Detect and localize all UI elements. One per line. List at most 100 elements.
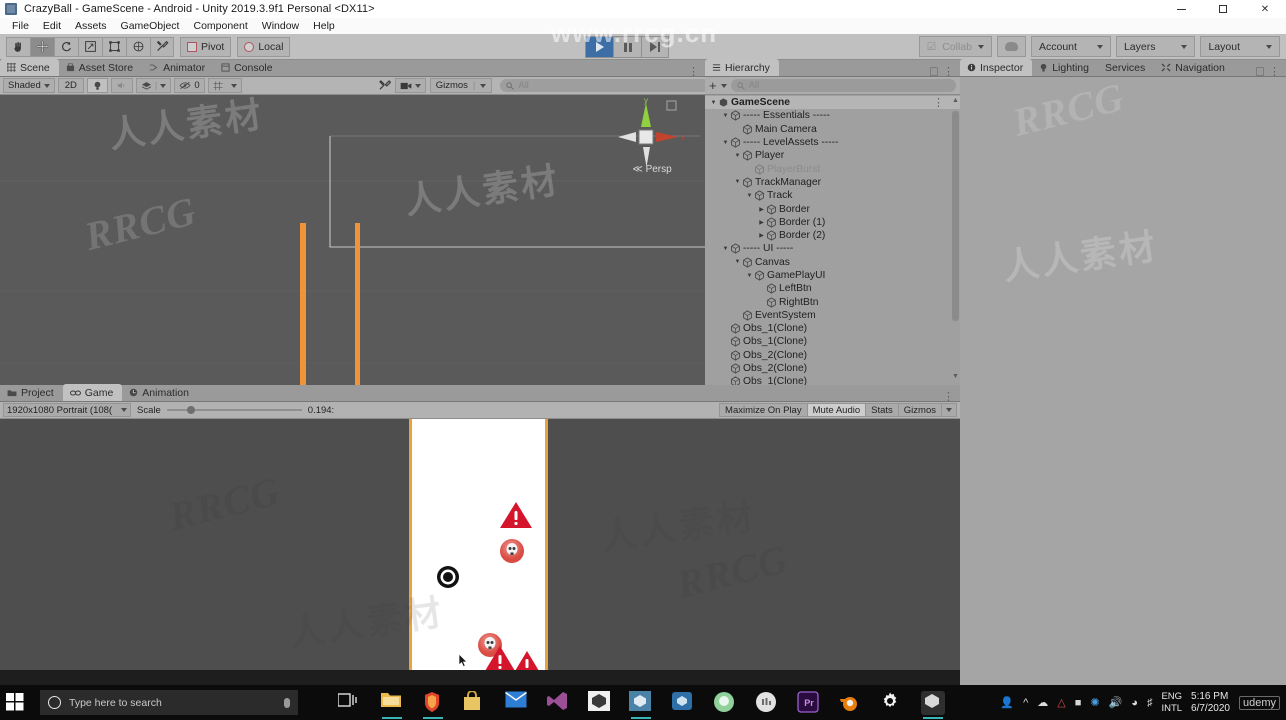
scale-tool-button[interactable] — [78, 36, 102, 57]
task-view-button[interactable] — [337, 691, 362, 715]
local-toggle[interactable]: Local — [237, 36, 291, 57]
hierarchy-item[interactable]: ▼ Canvas — [705, 256, 960, 269]
hierarchy-item[interactable]: Obs_1(Clone) — [705, 375, 960, 385]
menu-component[interactable]: Component — [186, 18, 254, 34]
app-blue-button[interactable] — [671, 691, 695, 715]
transform-tool-button[interactable] — [126, 36, 150, 57]
tab-scene[interactable]: Scene — [0, 59, 59, 76]
hierarchy-item[interactable]: EventSystem — [705, 309, 960, 322]
tab-inspector[interactable]: Inspector — [960, 59, 1033, 76]
perspective-label[interactable]: ≪ Persp — [617, 164, 687, 175]
twisty-down-icon[interactable]: ▼ — [745, 193, 754, 199]
scene-lighting-toggle[interactable] — [86, 78, 108, 93]
scale-slider[interactable] — [166, 403, 302, 417]
account-button[interactable]: Account — [1031, 36, 1111, 57]
scene-search-input[interactable]: All — [500, 79, 726, 92]
layers-button[interactable]: Layers — [1115, 36, 1196, 57]
twisty-down-icon[interactable]: ▼ — [745, 273, 754, 279]
hierarchy-item[interactable]: PlayerBurst — [705, 162, 960, 175]
game-viewport[interactable] — [0, 419, 960, 670]
scroll-up-arrow[interactable]: ▲ — [952, 97, 959, 107]
hierarchy-item[interactable]: LeftBtn — [705, 282, 960, 295]
game-gizmos-dropdown[interactable] — [941, 403, 957, 417]
stats-button[interactable]: Stats — [865, 403, 898, 417]
mail-button[interactable] — [505, 691, 529, 715]
people-icon[interactable]: 👤 — [1000, 696, 1014, 709]
accessibility-icon[interactable]: ♯ — [1147, 697, 1153, 709]
maximize-on-play-button[interactable]: Maximize On Play — [719, 403, 807, 417]
twisty-right-icon[interactable]: ▶ — [757, 206, 766, 213]
custom-editor-tool-button[interactable] — [150, 36, 174, 57]
menu-gameobject[interactable]: GameObject — [114, 18, 187, 34]
volume-icon[interactable]: 🔊 — [1109, 696, 1123, 709]
blender-button[interactable] — [838, 691, 862, 715]
twisty-down-icon[interactable]: ▼ — [733, 259, 742, 265]
lock-icon[interactable] — [1256, 67, 1264, 76]
taskbar-search-input[interactable]: Type here to search — [40, 690, 298, 715]
scene-menu-icon[interactable]: ⋮ — [688, 67, 699, 78]
game-gizmos-button[interactable]: Gizmos — [897, 403, 941, 417]
menu-edit[interactable]: Edit — [36, 18, 68, 34]
scene-view-gizmo[interactable]: y x ≪ Persp — [617, 95, 687, 190]
gizmos-dropdown[interactable]: Gizmos | — [429, 78, 493, 93]
show-hidden-icons-chevron[interactable]: ^ — [1023, 697, 1028, 709]
hierarchy-item[interactable]: ▼ GameScene ⋮ — [705, 96, 960, 110]
file-explorer-button[interactable] — [380, 691, 404, 719]
create-object-button[interactable]: + — [709, 79, 717, 92]
slider-knob[interactable] — [186, 406, 195, 414]
mute-audio-button[interactable]: Mute Audio — [806, 403, 866, 417]
tab-lighting[interactable]: Lighting — [1032, 59, 1098, 76]
scene-audio-toggle[interactable] — [110, 78, 133, 93]
tab-asset-store[interactable]: Asset Store — [59, 59, 142, 76]
camera-dropdown[interactable] — [394, 78, 426, 93]
hierarchy-item[interactable]: Obs_2(Clone) — [705, 362, 960, 375]
hierarchy-item[interactable]: ▶ Border (2) — [705, 229, 960, 242]
unity-hub-button[interactable] — [588, 691, 612, 715]
move-tool-button[interactable] — [30, 36, 54, 57]
hierarchy-search-input[interactable]: All — [730, 79, 956, 92]
tab-project[interactable]: Project — [0, 384, 63, 401]
twisty-down-icon[interactable]: ▼ — [733, 153, 742, 159]
toggle-2d-button[interactable]: 2D — [57, 78, 84, 93]
scene-grid-dropdown[interactable] — [207, 78, 242, 93]
collab-button[interactable]: ☑ Collab — [918, 36, 992, 57]
twisty-right-icon[interactable]: ▶ — [757, 232, 766, 239]
app-white-button[interactable] — [755, 691, 779, 715]
start-button[interactable] — [6, 693, 26, 712]
tab-console[interactable]: Console — [214, 59, 282, 76]
scene-hidden-objects[interactable]: 0 — [174, 78, 205, 93]
pivot-toggle[interactable]: Pivot — [180, 36, 232, 57]
scene-fx-dropdown[interactable]: | — [135, 78, 172, 93]
tab-animator[interactable]: Animator — [142, 59, 214, 76]
hierarchy-item[interactable]: ▼ ----- LevelAssets ----- — [705, 136, 960, 149]
hierarchy-scroll-thumb[interactable] — [952, 111, 959, 321]
visual-studio-button[interactable] — [546, 691, 570, 715]
brave-browser-button[interactable] — [421, 691, 445, 719]
rotate-tool-button[interactable] — [54, 36, 78, 57]
hierarchy-item[interactable]: ▼ Track — [705, 189, 960, 202]
layout-button[interactable]: Layout — [1200, 36, 1280, 57]
clock[interactable]: 5:16 PM 6/7/2020 — [1191, 691, 1230, 715]
cloud-services-button[interactable] — [997, 36, 1026, 57]
hierarchy-item[interactable]: ▼ Player — [705, 149, 960, 162]
twisty-right-icon[interactable]: ▶ — [757, 219, 766, 226]
onedrive-icon[interactable]: ☁ — [1037, 696, 1048, 709]
hierarchy-item[interactable]: ▼ TrackManager — [705, 176, 960, 189]
twisty-down-icon[interactable]: ▼ — [733, 179, 742, 185]
game-menu-icon[interactable]: ⋮ — [943, 392, 954, 403]
twisty-down-icon[interactable]: ▼ — [721, 246, 730, 252]
effects-toggle[interactable] — [378, 80, 391, 91]
minimize-button[interactable] — [1160, 0, 1202, 18]
step-button[interactable] — [641, 36, 669, 58]
close-button[interactable]: ✕ — [1244, 0, 1286, 18]
draw-mode-dropdown[interactable]: Shaded — [3, 78, 55, 93]
twisty-down-icon[interactable]: ▼ — [709, 100, 718, 106]
app-green-button[interactable] — [713, 691, 737, 715]
unity-editor-button-1[interactable] — [629, 691, 653, 719]
language-indicator[interactable]: ENG INTL — [1161, 691, 1182, 715]
hierarchy-item[interactable]: Obs_1(Clone) — [705, 322, 960, 335]
hierarchy-menu-icon[interactable]: ⋮ — [943, 66, 954, 77]
microphone-icon[interactable] — [284, 697, 290, 708]
lock-icon[interactable] — [930, 67, 938, 76]
antivirus-icon[interactable]: △ — [1057, 696, 1065, 709]
